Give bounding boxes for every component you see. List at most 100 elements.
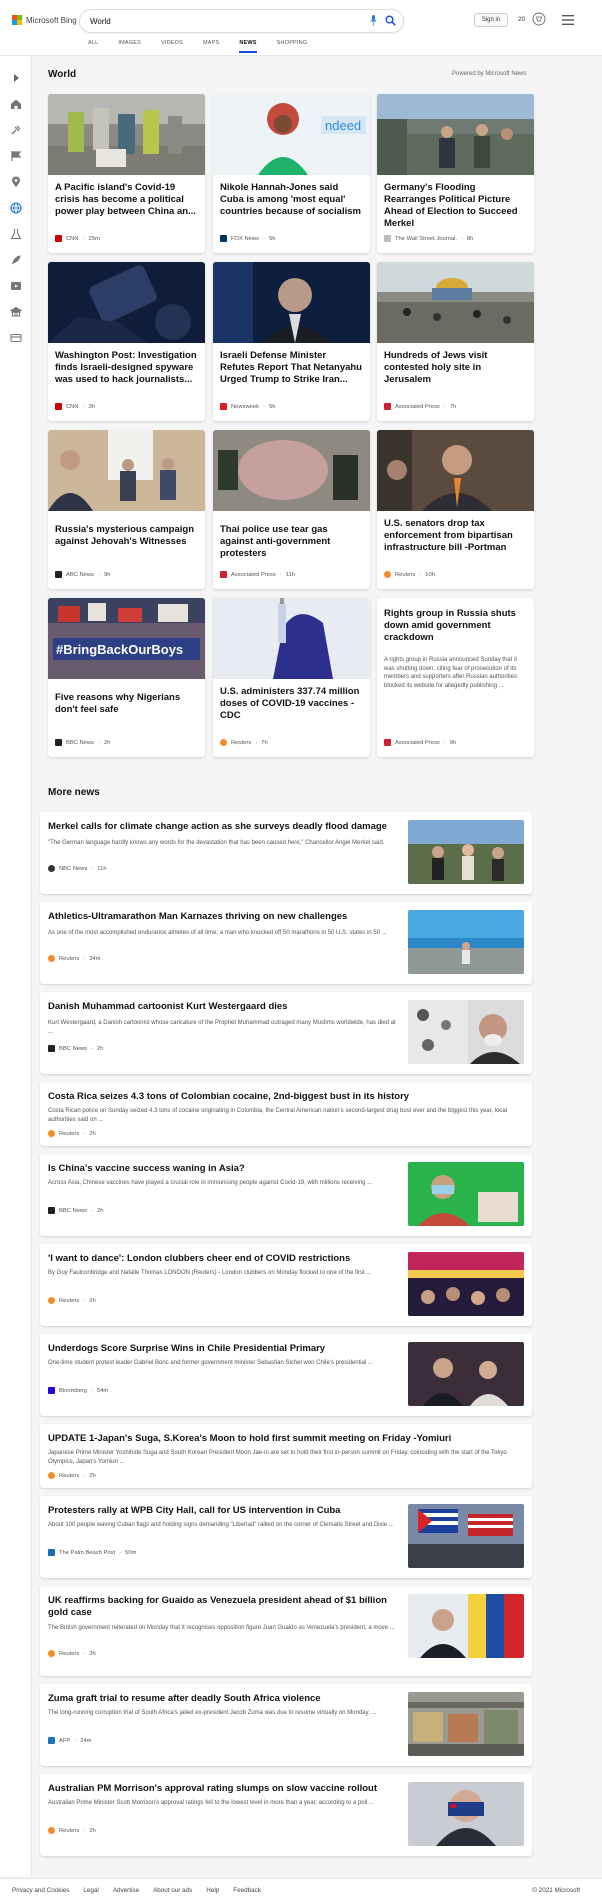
news-card[interactable]: Germany's Flooding Rearranges Political …: [377, 94, 534, 253]
news-card[interactable]: Washington Post: Investigation finds Isr…: [48, 262, 205, 421]
news-card-image: [377, 262, 534, 343]
news-list-item[interactable]: Protesters rally at WPB City Hall, call …: [40, 1496, 532, 1578]
footer-link-help[interactable]: Help: [206, 1887, 219, 1894]
search-icon[interactable]: [385, 15, 396, 26]
news-card-title[interactable]: Thai police use tear gas against anti-go…: [220, 524, 363, 560]
news-list-item[interactable]: Australian PM Morrison's approval rating…: [40, 1774, 532, 1856]
tab-videos[interactable]: VIDEOS: [161, 40, 183, 53]
news-card-title[interactable]: U.S. administers 337.74 million doses of…: [220, 686, 363, 722]
news-item-title[interactable]: 'I want to dance': London clubbers cheer…: [48, 1253, 398, 1265]
news-card-title[interactable]: Nikole Hannah-Jones said Cuba is among '…: [220, 182, 363, 218]
microphone-icon[interactable]: [370, 15, 377, 26]
news-item-source: Reuters · 2h: [48, 1827, 96, 1834]
bank-icon[interactable]: [10, 306, 22, 318]
tab-maps[interactable]: MAPS: [203, 40, 219, 53]
list-icon[interactable]: [10, 332, 22, 344]
news-list-item[interactable]: Athletics-Ultramarathon Man Karnazes thr…: [40, 902, 532, 984]
news-item-source: BBC News · 2h: [48, 1045, 103, 1052]
news-item-title[interactable]: Merkel calls for climate change action a…: [48, 821, 398, 833]
news-card-image: [377, 430, 534, 511]
rewards-icon[interactable]: [532, 12, 546, 26]
globe-icon[interactable]: [10, 202, 22, 214]
news-item-source: BBC News · 2h: [48, 1207, 103, 1214]
news-list-item[interactable]: Merkel calls for climate change action a…: [40, 812, 532, 894]
news-card[interactable]: Hundreds of Jews visit contested holy si…: [377, 262, 534, 421]
search-input[interactable]: [90, 13, 340, 29]
tab-all[interactable]: ALL: [88, 40, 98, 53]
search-box[interactable]: [80, 10, 403, 32]
news-card[interactable]: Russia's mysterious campaign against Jeh…: [48, 430, 205, 589]
top-header: Microsoft Bing Sign in 20 ALL IMAGES VID…: [0, 0, 602, 56]
source-logo-icon: [48, 1130, 55, 1137]
news-card-title[interactable]: Germany's Flooding Rearranges Political …: [384, 182, 527, 230]
svg-text:#BringBackOurBoys: #BringBackOurBoys: [56, 642, 183, 657]
home-icon[interactable]: [10, 98, 22, 110]
sports-icon[interactable]: [10, 124, 22, 136]
news-card-title[interactable]: Washington Post: Investigation finds Isr…: [55, 350, 198, 386]
tab-shopping[interactable]: SHOPPING: [277, 40, 308, 53]
news-list-item[interactable]: Zuma graft trial to resume after deadly …: [40, 1684, 532, 1766]
news-card[interactable]: Israeli Defense Minister Refutes Report …: [213, 262, 370, 421]
flag-icon[interactable]: [10, 150, 22, 162]
news-card-source: Associated Press · 11h: [220, 571, 295, 578]
news-card[interactable]: A Pacific island's Covid-19 crisis has b…: [48, 94, 205, 253]
footer-link-about-ads[interactable]: About our ads: [153, 1887, 192, 1894]
sign-in-button[interactable]: Sign in: [474, 13, 508, 27]
rocket-icon[interactable]: [10, 254, 22, 266]
news-card[interactable]: ndeed Nikole Hannah-Jones said Cuba is a…: [213, 94, 370, 253]
news-card[interactable]: #BringBackOurBoys Five reasons why Niger…: [48, 598, 205, 757]
news-item-title[interactable]: Athletics-Ultramarathon Man Karnazes thr…: [48, 911, 398, 923]
location-icon[interactable]: [10, 176, 22, 188]
news-card-title[interactable]: Russia's mysterious campaign against Jeh…: [55, 524, 198, 548]
svg-text:ndeed: ndeed: [325, 118, 361, 133]
news-card-title[interactable]: U.S. senators drop tax enforcement from …: [384, 518, 527, 554]
footer-link-advertise[interactable]: Advertise: [113, 1887, 139, 1894]
news-list-item[interactable]: UPDATE 1-Japan's Suga, S.Korea's Moon to…: [40, 1424, 532, 1488]
tab-images[interactable]: IMAGES: [118, 40, 141, 53]
news-card-image: [213, 262, 370, 343]
footer-link-feedback[interactable]: Feedback: [233, 1887, 261, 1894]
news-card-title[interactable]: A Pacific island's Covid-19 crisis has b…: [55, 182, 198, 218]
news-card[interactable]: U.S. administers 337.74 million doses of…: [213, 598, 370, 757]
source-logo-icon: [55, 571, 62, 578]
tab-news[interactable]: NEWS: [239, 40, 257, 53]
video-icon[interactable]: [10, 280, 22, 292]
news-item-title[interactable]: Danish Muhammad cartoonist Kurt Westerga…: [48, 1001, 398, 1013]
news-card-title[interactable]: Hundreds of Jews visit contested holy si…: [384, 350, 527, 386]
news-item-title[interactable]: UPDATE 1-Japan's Suga, S.Korea's Moon to…: [48, 1433, 518, 1445]
news-list-item[interactable]: Underdogs Score Surprise Wins in Chile P…: [40, 1334, 532, 1416]
hamburger-menu-icon[interactable]: [562, 15, 574, 25]
news-item-title[interactable]: Costa Rica seizes 4.3 tons of Colombian …: [48, 1091, 518, 1103]
footer-link-privacy[interactable]: Privacy and Cookies: [12, 1887, 69, 1894]
footer-link-legal[interactable]: Legal: [83, 1887, 98, 1894]
news-card-source: Reuters · 7h: [220, 739, 268, 746]
arrow-right-icon[interactable]: [10, 72, 22, 84]
news-item-title[interactable]: Underdogs Score Surprise Wins in Chile P…: [48, 1343, 398, 1355]
news-card-source: FOX News · 5h: [220, 235, 275, 242]
news-list-item[interactable]: Costa Rica seizes 4.3 tons of Colombian …: [40, 1082, 532, 1146]
news-card-title[interactable]: Israeli Defense Minister Refutes Report …: [220, 350, 363, 386]
news-list-item[interactable]: UK reaffirms backing for Guaido as Venez…: [40, 1586, 532, 1676]
powered-by-label[interactable]: Powered by Microsoft News: [452, 71, 526, 77]
news-card-text[interactable]: Rights group in Russia shuts down amid g…: [377, 598, 534, 757]
news-item-title[interactable]: UK reaffirms backing for Guaido as Venez…: [48, 1595, 398, 1619]
news-item-title[interactable]: Australian PM Morrison's approval rating…: [48, 1783, 398, 1795]
news-item-title[interactable]: Zuma graft trial to resume after deadly …: [48, 1693, 398, 1705]
science-icon[interactable]: [10, 228, 22, 240]
source-logo-icon: [384, 403, 391, 410]
news-item-source: The Palm Beach Post · 50m: [48, 1549, 136, 1556]
news-card-title[interactable]: Rights group in Russia shuts down amid g…: [384, 608, 527, 644]
news-card[interactable]: U.S. senators drop tax enforcement from …: [377, 430, 534, 589]
news-list-item[interactable]: Danish Muhammad cartoonist Kurt Westerga…: [40, 992, 532, 1074]
bing-logo[interactable]: Microsoft Bing: [12, 15, 77, 25]
source-logo-icon: [48, 1737, 55, 1744]
news-list-item[interactable]: 'I want to dance': London clubbers cheer…: [40, 1244, 532, 1326]
news-item-title[interactable]: Is China's vaccine success waning in Asi…: [48, 1163, 398, 1175]
news-card-title[interactable]: Five reasons why Nigerians don't feel sa…: [55, 692, 198, 716]
news-card[interactable]: Thai police use tear gas against anti-go…: [213, 430, 370, 589]
page-footer: Privacy and Cookies Legal Advertise Abou…: [0, 1878, 602, 1903]
news-card-image: [213, 430, 370, 511]
news-item-title[interactable]: Protesters rally at WPB City Hall, call …: [48, 1505, 398, 1517]
news-list-item[interactable]: Is China's vaccine success waning in Asi…: [40, 1154, 532, 1236]
source-logo-icon: [48, 955, 55, 962]
